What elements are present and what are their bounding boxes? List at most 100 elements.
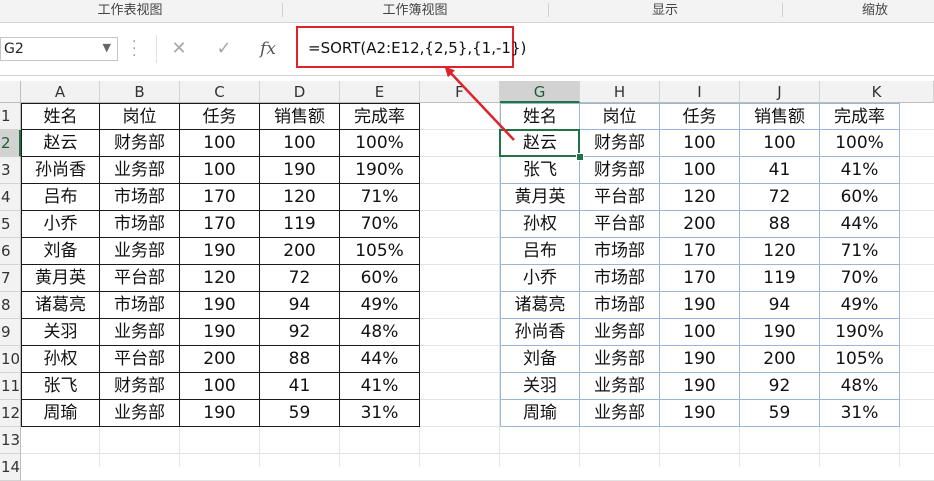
cell-k7[interactable]: 70% <box>820 265 900 292</box>
select-all-corner[interactable] <box>0 81 21 103</box>
name-box[interactable]: G2 ▼ <box>0 37 118 61</box>
cell-e1[interactable]: 完成率 <box>340 103 420 130</box>
row-header-1[interactable]: 1 <box>0 103 21 130</box>
cell-h6[interactable]: 市场部 <box>580 238 660 265</box>
cell-i7[interactable]: 170 <box>660 265 740 292</box>
cell-i12[interactable]: 190 <box>660 400 740 427</box>
cell-k6[interactable]: 71% <box>820 238 900 265</box>
cell-k3[interactable]: 41% <box>820 157 900 184</box>
cell-k5[interactable]: 44% <box>820 211 900 238</box>
cell-a12[interactable]: 周瑜 <box>21 400 100 427</box>
cell-b8[interactable]: 市场部 <box>100 292 180 319</box>
formula-input-extension[interactable] <box>516 37 934 61</box>
cell-c4[interactable]: 170 <box>180 184 260 211</box>
cell-e5[interactable]: 70% <box>340 211 420 238</box>
cell-i1[interactable]: 任务 <box>660 103 740 130</box>
cell-g3[interactable]: 张飞 <box>500 157 580 184</box>
insert-function-button[interactable]: fx <box>253 37 283 61</box>
cell-g7[interactable]: 小乔 <box>500 265 580 292</box>
cell-i5[interactable]: 200 <box>660 211 740 238</box>
column-header-h[interactable]: H <box>580 81 660 103</box>
cell-b10[interactable]: 平台部 <box>100 346 180 373</box>
row-header-10[interactable]: 10 <box>0 346 21 373</box>
column-header-e[interactable]: E <box>340 81 420 103</box>
cell-e6[interactable]: 105% <box>340 238 420 265</box>
cell-c10[interactable]: 200 <box>180 346 260 373</box>
row-header-8[interactable]: 8 <box>0 292 21 319</box>
cell-a2[interactable]: 赵云 <box>21 130 100 157</box>
row-header-14[interactable]: 14 <box>0 454 21 481</box>
cell-c12[interactable]: 190 <box>180 400 260 427</box>
cell-i8[interactable]: 190 <box>660 292 740 319</box>
cell-g4[interactable]: 黄月英 <box>500 184 580 211</box>
cell-b3[interactable]: 业务部 <box>100 157 180 184</box>
cell-d5[interactable]: 119 <box>260 211 340 238</box>
cell-e7[interactable]: 60% <box>340 265 420 292</box>
cell-g6[interactable]: 吕布 <box>500 238 580 265</box>
cell-b6[interactable]: 业务部 <box>100 238 180 265</box>
cell-j1[interactable]: 销售额 <box>740 103 820 130</box>
cell-a10[interactable]: 孙权 <box>21 346 100 373</box>
cell-a4[interactable]: 吕布 <box>21 184 100 211</box>
cell-a11[interactable]: 张飞 <box>21 373 100 400</box>
cell-k2[interactable]: 100% <box>820 130 900 157</box>
cell-b9[interactable]: 业务部 <box>100 319 180 346</box>
row-header-7[interactable]: 7 <box>0 265 21 292</box>
cell-a6[interactable]: 刘备 <box>21 238 100 265</box>
cell-d11[interactable]: 41 <box>260 373 340 400</box>
cell-j10[interactable]: 200 <box>740 346 820 373</box>
cell-e12[interactable]: 31% <box>340 400 420 427</box>
cell-d2[interactable]: 100 <box>260 130 340 157</box>
cell-c11[interactable]: 100 <box>180 373 260 400</box>
row-header-4[interactable]: 4 <box>0 184 21 211</box>
cell-d10[interactable]: 88 <box>260 346 340 373</box>
enter-icon[interactable]: ✓ <box>209 37 239 61</box>
cell-b12[interactable]: 业务部 <box>100 400 180 427</box>
cell-i10[interactable]: 190 <box>660 346 740 373</box>
column-header-i[interactable]: I <box>660 81 740 103</box>
cell-h12[interactable]: 业务部 <box>580 400 660 427</box>
row-header-13[interactable]: 13 <box>0 427 21 454</box>
cell-k1[interactable]: 完成率 <box>820 103 900 130</box>
column-header-d[interactable]: D <box>260 81 340 103</box>
column-header-f[interactable]: F <box>420 81 500 103</box>
chevron-down-icon[interactable]: ▼ <box>103 41 111 54</box>
cell-h4[interactable]: 平台部 <box>580 184 660 211</box>
cell-g12[interactable]: 周瑜 <box>500 400 580 427</box>
cell-b2[interactable]: 财务部 <box>100 130 180 157</box>
cell-j7[interactable]: 119 <box>740 265 820 292</box>
cell-h2[interactable]: 财务部 <box>580 130 660 157</box>
cell-k9[interactable]: 190% <box>820 319 900 346</box>
cell-d8[interactable]: 94 <box>260 292 340 319</box>
cell-g9[interactable]: 孙尚香 <box>500 319 580 346</box>
cell-a8[interactable]: 诸葛亮 <box>21 292 100 319</box>
cell-g1[interactable]: 姓名 <box>500 103 580 130</box>
row-header-3[interactable]: 3 <box>0 157 21 184</box>
cell-c5[interactable]: 170 <box>180 211 260 238</box>
column-header-c[interactable]: C <box>180 81 260 103</box>
cell-h5[interactable]: 平台部 <box>580 211 660 238</box>
cell-i2[interactable]: 100 <box>660 130 740 157</box>
cell-h8[interactable]: 市场部 <box>580 292 660 319</box>
cell-g11[interactable]: 关羽 <box>500 373 580 400</box>
cell-i9[interactable]: 100 <box>660 319 740 346</box>
cell-g5[interactable]: 孙权 <box>500 211 580 238</box>
cell-b1[interactable]: 岗位 <box>100 103 180 130</box>
cell-k12[interactable]: 31% <box>820 400 900 427</box>
cell-j6[interactable]: 120 <box>740 238 820 265</box>
cell-b11[interactable]: 财务部 <box>100 373 180 400</box>
cell-c2[interactable]: 100 <box>180 130 260 157</box>
cell-j11[interactable]: 92 <box>740 373 820 400</box>
row-header-11[interactable]: 11 <box>0 373 21 400</box>
formula-input[interactable]: =SORT(A2:E12,{2,5},{1,-1}) <box>296 26 526 68</box>
cell-a3[interactable]: 孙尚香 <box>21 157 100 184</box>
row-header-2[interactable]: 2 <box>0 130 21 157</box>
cell-j9[interactable]: 190 <box>740 319 820 346</box>
cell-e2[interactable]: 100% <box>340 130 420 157</box>
cell-e10[interactable]: 44% <box>340 346 420 373</box>
cell-j12[interactable]: 59 <box>740 400 820 427</box>
cell-g8[interactable]: 诸葛亮 <box>500 292 580 319</box>
worksheet-grid[interactable]: ABCDEFGHIJK 1 2 3 4 5 6 7 8 9 10 11 12 13 14 姓名 岗位 任务 销售… <box>0 76 934 481</box>
cell-c9[interactable]: 190 <box>180 319 260 346</box>
cell-c1[interactable]: 任务 <box>180 103 260 130</box>
